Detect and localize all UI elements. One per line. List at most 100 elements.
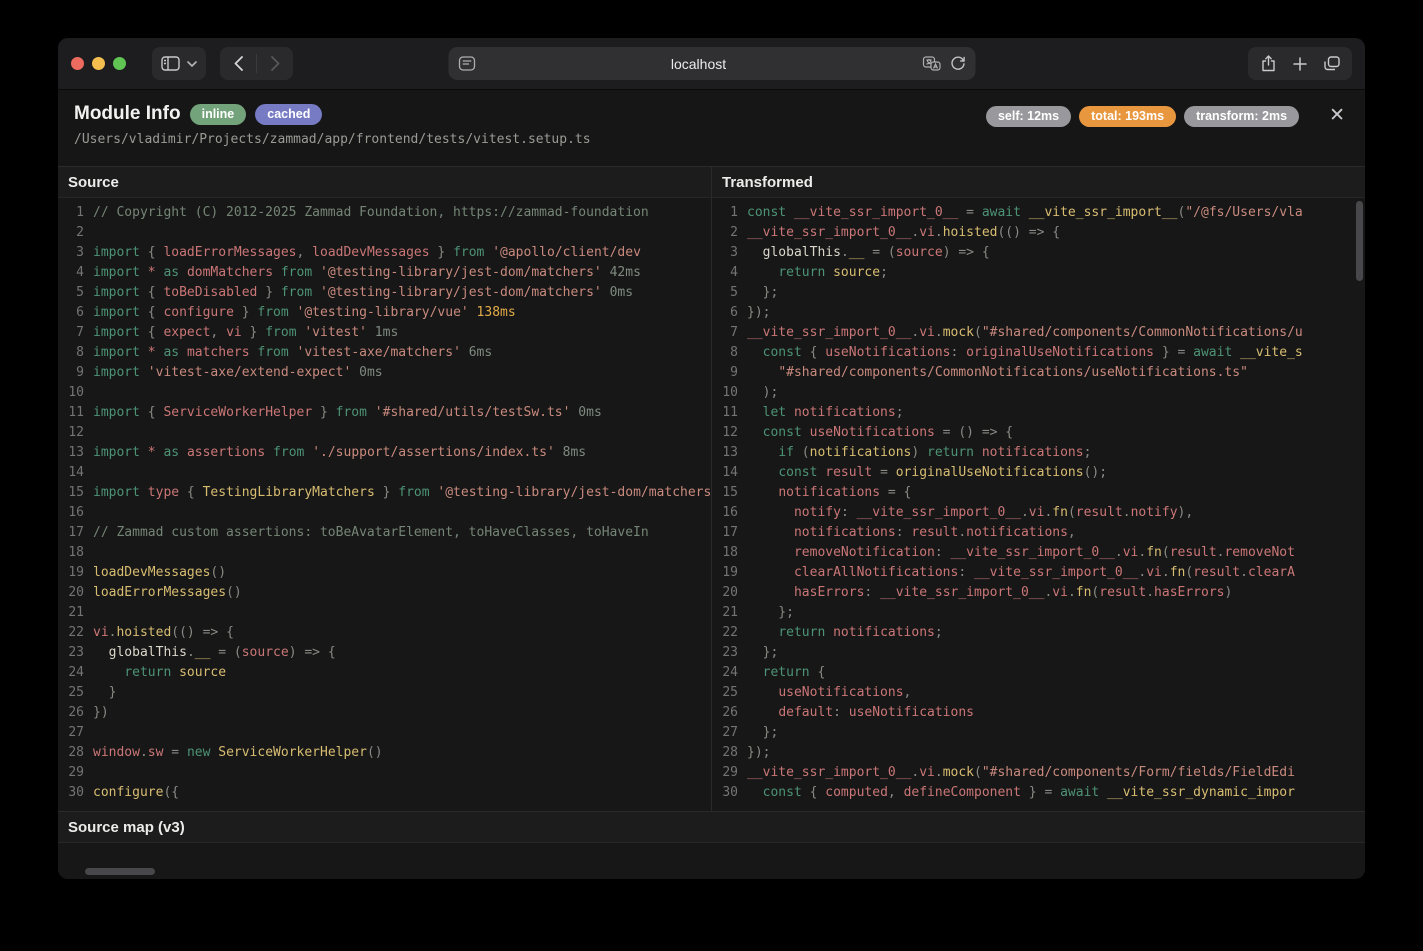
module-file-path: /Users/vladimir/Projects/zammad/app/fron… (74, 132, 591, 147)
line-number: 8 (712, 343, 738, 363)
line-number: 27 (712, 723, 738, 743)
line-number: 14 (712, 463, 738, 483)
share-button[interactable] (1252, 47, 1284, 80)
line-number: 28 (712, 743, 738, 763)
code-line: 7__vite_ssr_import_0__.vi.mock("#shared/… (712, 323, 1365, 343)
line-number: 13 (712, 443, 738, 463)
url-text: localhost (475, 56, 922, 72)
line-number: 3 (58, 243, 84, 263)
code-line: 2 (58, 223, 711, 243)
code-line: 14 (58, 463, 711, 483)
code-line: 23 }; (712, 643, 1365, 663)
code-line: 25 } (58, 683, 711, 703)
line-number: 25 (712, 683, 738, 703)
timing-badge-total: total: 193ms (1079, 106, 1176, 127)
code-line: 19 clearAllNotifications: __vite_ssr_imp… (712, 563, 1365, 583)
line-number: 28 (58, 743, 84, 763)
code-line: 9import 'vitest-axe/extend-expect' 0ms (58, 363, 711, 383)
new-tab-button[interactable] (1284, 47, 1316, 80)
sidebar-toggle-button[interactable] (152, 47, 206, 80)
line-number: 4 (58, 263, 84, 283)
code-line: 25 useNotifications, (712, 683, 1365, 703)
code-line: 10 (58, 383, 711, 403)
reload-icon[interactable] (950, 56, 965, 71)
sourcemap-section: Source map (v3) 1 AAMA;AAeA,yBAAG,QAAQ,M… (58, 811, 1365, 879)
line-number: 2 (58, 223, 84, 243)
panel-source: Source 1// Copyright (C) 2012-2025 Zamma… (58, 167, 711, 811)
code-line: 21 }; (712, 603, 1365, 623)
line-number: 5 (712, 283, 738, 303)
close-window-button[interactable] (71, 57, 84, 70)
horizontal-scrollbar-thumb[interactable] (85, 868, 155, 875)
code-line: 29 (58, 763, 711, 783)
line-number: 17 (712, 523, 738, 543)
code-line: 18 (58, 543, 711, 563)
nav-buttons (220, 47, 293, 80)
share-icon (1261, 55, 1276, 72)
line-number: 26 (58, 703, 84, 723)
translate-icon[interactable] (922, 56, 941, 71)
sourcemap-code: 1 AAMA;AAeA,yBAAG,QAAQ,MAAM;AACf,aAAW,KA… (58, 843, 1365, 879)
code-line: 27 }; (712, 723, 1365, 743)
line-number: 9 (58, 363, 84, 383)
line-number: 30 (712, 783, 738, 803)
code-line: 16 notify: __vite_ssr_import_0__.vi.fn(r… (712, 503, 1365, 523)
line-number: 3 (712, 243, 738, 263)
minimize-window-button[interactable] (92, 57, 105, 70)
line-number: 6 (712, 303, 738, 323)
page-title: Module Info (74, 103, 181, 125)
forward-button[interactable] (257, 47, 293, 80)
badge-cached: cached (255, 104, 322, 125)
back-icon (234, 56, 243, 71)
line-number: 25 (58, 683, 84, 703)
line-number: 6 (58, 303, 84, 323)
line-number: 1 (712, 203, 738, 223)
module-info-header: Module Info inline cached /Users/vladimi… (58, 90, 1365, 166)
line-number: 5 (58, 283, 84, 303)
line-number: 8 (58, 343, 84, 363)
vertical-scrollbar-thumb[interactable] (1356, 201, 1363, 281)
url-bar[interactable]: localhost (448, 47, 975, 80)
source-code: 1// Copyright (C) 2012-2025 Zammad Found… (58, 198, 711, 811)
line-number: 19 (712, 563, 738, 583)
code-line: 3import { loadErrorMessages, loadDevMess… (58, 243, 711, 263)
line-number: 10 (712, 383, 738, 403)
line-number: 9 (712, 363, 738, 383)
close-panel-button[interactable]: ✕ (1325, 106, 1349, 125)
line-number: 27 (58, 723, 84, 743)
code-line: 3 globalThis.__ = (source) => { (712, 243, 1365, 263)
code-line: 8 const { useNotifications: originalUseN… (712, 343, 1365, 363)
code-line: 22vi.hoisted(() => { (58, 623, 711, 643)
line-number: 17 (58, 523, 84, 543)
line-number: 29 (712, 763, 738, 783)
line-number: 22 (712, 623, 738, 643)
line-number: 12 (58, 423, 84, 443)
back-button[interactable] (220, 47, 256, 80)
line-number: 23 (712, 643, 738, 663)
line-number: 12 (712, 423, 738, 443)
line-number: 20 (58, 583, 84, 603)
line-number: 10 (58, 383, 84, 403)
line-number: 21 (58, 603, 84, 623)
forward-icon (271, 56, 280, 71)
code-line: 24 return { (712, 663, 1365, 683)
line-number: 4 (712, 263, 738, 283)
reader-icon[interactable] (458, 56, 475, 71)
tab-overview-button[interactable] (1316, 47, 1348, 80)
browser-toolbar: localhost (58, 38, 1365, 90)
line-number: 18 (712, 543, 738, 563)
source-panel-title: Source (58, 167, 711, 198)
code-line: 15import type { TestingLibraryMatchers }… (58, 483, 711, 503)
panel-transformed: Transformed 1const __vite_ssr_import_0__… (711, 167, 1365, 811)
line-number: 1 (58, 203, 84, 223)
line-number: 15 (58, 483, 84, 503)
zoom-window-button[interactable] (113, 57, 126, 70)
code-line: 21 (58, 603, 711, 623)
line-number: 15 (712, 483, 738, 503)
line-number: 30 (58, 783, 84, 803)
transformed-panel-title: Transformed (712, 167, 1365, 198)
line-number: 7 (712, 323, 738, 343)
code-line: 28}); (712, 743, 1365, 763)
line-number: 26 (712, 703, 738, 723)
browser-window: localhost (58, 38, 1365, 879)
